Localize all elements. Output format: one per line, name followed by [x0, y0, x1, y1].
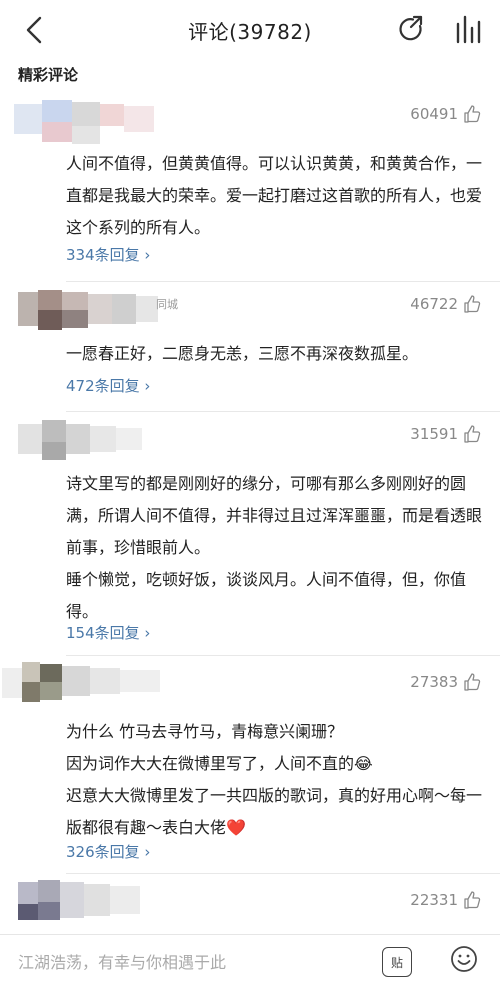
- chevron-left-icon[interactable]: [20, 14, 50, 46]
- thumbs-up-icon[interactable]: [462, 424, 482, 444]
- replies-link[interactable]: 154条回复 ›: [66, 622, 150, 643]
- like-count[interactable]: 22331: [410, 890, 482, 910]
- top-bar: 评论(39782): [0, 0, 500, 60]
- like-count[interactable]: 27383: [410, 672, 482, 692]
- thumbs-up-icon[interactable]: [462, 294, 482, 314]
- thumbs-up-icon[interactable]: [462, 890, 482, 910]
- comment-paragraph: 诗文里写的都是刚刚好的缘分，可哪有那么多刚刚好的圆满，所谓人间不值得，并非得过且…: [66, 474, 483, 557]
- section-title: 精彩评论: [18, 66, 79, 84]
- replies-link[interactable]: 472条回复 ›: [66, 375, 150, 396]
- comment-text: 一愿春正好，二愿身无恙，三愿不再深夜数孤星。: [66, 344, 419, 363]
- like-count[interactable]: 60491: [410, 104, 482, 124]
- comment-paragraph: 为什么 竹马去寻竹马，青梅意兴阑珊？: [66, 722, 344, 741]
- replies-link[interactable]: 326条回复 ›: [66, 841, 150, 862]
- avatar[interactable]: [14, 878, 164, 924]
- comment-input[interactable]: 江湖浩荡，有幸与你相遇于此: [18, 949, 226, 973]
- avatar-mosaic: [18, 290, 158, 330]
- like-number: 22331: [410, 891, 458, 909]
- avatar[interactable]: [14, 418, 164, 464]
- comment-paragraph: 迟意大大微博里发了一共四版的歌词，真的好用心啊～每一版都很有趣～表白大佬❤️: [66, 786, 483, 837]
- comment-text: 诗文里写的都是刚刚好的缘分，可哪有那么多刚刚好的圆满，所谓人间不值得，并非得过且…: [66, 468, 482, 628]
- like-number: 60491: [410, 105, 458, 123]
- like-number: 31591: [410, 425, 458, 443]
- comment-paragraph: 睡个懒觉，吃顿好饭，谈谈风月。人间不值得，但，你值得。: [66, 570, 467, 621]
- avatar-mosaic: [2, 662, 160, 702]
- like-number: 46722: [410, 295, 458, 313]
- divider: [66, 411, 500, 412]
- page-title: 评论(39782): [188, 19, 312, 44]
- comment-input-bar: 江湖浩荡，有幸与你相遇于此 贴: [0, 934, 500, 985]
- smile-icon[interactable]: [450, 945, 478, 973]
- location-tag: 同城: [156, 298, 178, 311]
- avatar[interactable]: [14, 100, 164, 146]
- comment-text: 人间不值得，但黄黄值得。可以认识黄黄，和黄黄合作，一直都是我最大的荣幸。爱一起打…: [66, 154, 483, 237]
- thumbs-up-icon[interactable]: [462, 672, 482, 692]
- avatar[interactable]: [14, 288, 164, 334]
- avatar-mosaic: [14, 100, 154, 144]
- bar-chart-icon[interactable]: [452, 14, 482, 44]
- avatar-mosaic: [18, 880, 140, 920]
- like-count[interactable]: 46722: [410, 294, 482, 314]
- sticker-button[interactable]: 贴: [382, 947, 412, 977]
- share-refresh-icon[interactable]: [396, 14, 426, 44]
- like-number: 27383: [410, 673, 458, 691]
- avatar[interactable]: [2, 660, 182, 706]
- comment-paragraph: 因为词作大大在微博里写了，人间不直的😂: [66, 754, 373, 773]
- divider: [66, 655, 500, 656]
- avatar-mosaic: [18, 420, 142, 460]
- thumbs-up-icon[interactable]: [462, 104, 482, 124]
- divider: [66, 873, 500, 874]
- divider: [66, 281, 500, 282]
- like-count[interactable]: 31591: [410, 424, 482, 444]
- replies-link[interactable]: 334条回复 ›: [66, 244, 150, 265]
- comment-text: 为什么 竹马去寻竹马，青梅意兴阑珊？ 因为词作大大在微博里写了，人间不直的😂 迟…: [66, 716, 482, 844]
